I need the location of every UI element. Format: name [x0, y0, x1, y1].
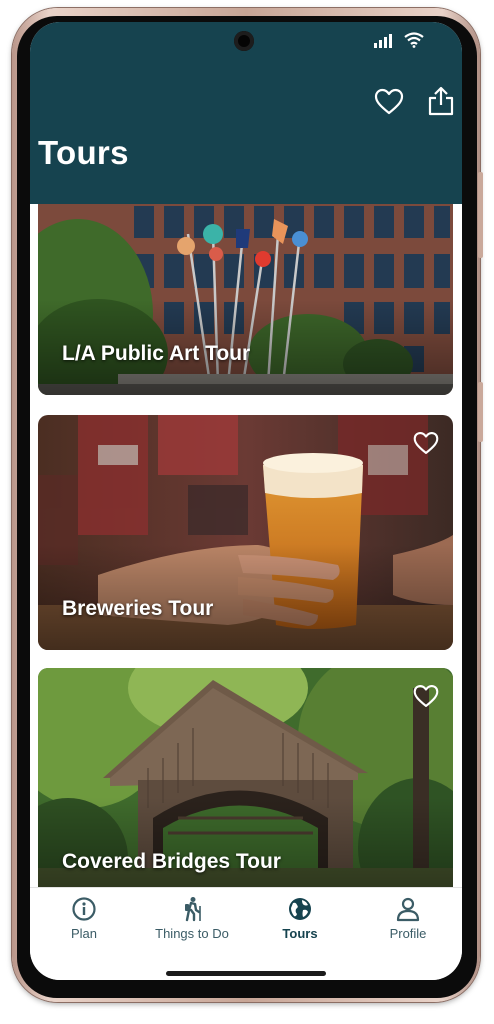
tour-card-public-art[interactable]: L/A Public Art Tour: [38, 204, 453, 395]
globe-icon: [289, 898, 311, 920]
tab-things-to-do[interactable]: Things to Do: [138, 896, 246, 946]
front-camera: [234, 31, 254, 51]
tab-tours[interactable]: Tours: [246, 896, 354, 946]
tab-label: Profile: [389, 926, 427, 941]
tab-label: Tours: [282, 926, 318, 941]
volume-button: [478, 172, 483, 258]
signal-icon: [374, 34, 392, 48]
tour-card-covered-bridges[interactable]: Covered Bridges Tour: [38, 668, 453, 887]
tour-title: L/A Public Art Tour: [62, 342, 251, 365]
person-icon: [396, 897, 420, 922]
heart-outline-icon[interactable]: [413, 684, 439, 708]
tab-label: Things to Do: [155, 926, 229, 941]
favorites-button[interactable]: [372, 84, 406, 118]
home-indicator[interactable]: [166, 971, 326, 976]
power-button: [478, 382, 483, 442]
wifi-icon: [404, 32, 424, 48]
share-button[interactable]: [424, 84, 458, 118]
heart-outline-icon: [374, 88, 404, 114]
tab-profile[interactable]: Profile: [354, 896, 462, 946]
tab-plan[interactable]: Plan: [30, 896, 138, 946]
hiker-icon: [185, 897, 201, 922]
share-icon: [428, 86, 454, 116]
page-title: Tours: [38, 134, 129, 171]
tour-title: Covered Bridges Tour: [62, 850, 281, 873]
public-art-sculpture-photo: [38, 204, 453, 395]
app-header: Tours: [30, 22, 462, 204]
bottom-tab-bar: Plan Things to Do Tours Profile: [30, 887, 462, 980]
status-bar-icons: [374, 32, 424, 48]
tour-title: Breweries Tour: [62, 597, 214, 620]
tour-card-breweries[interactable]: Breweries Tour: [38, 415, 453, 650]
heart-outline-icon[interactable]: [413, 431, 439, 455]
info-icon: [72, 897, 96, 921]
tour-list: L/A Public Art Tour Breweries Tour Cover…: [30, 204, 462, 887]
app-screen: Tours L/A Public Art Tour Breweries Tour…: [30, 22, 462, 980]
tab-label: Plan: [70, 926, 98, 941]
